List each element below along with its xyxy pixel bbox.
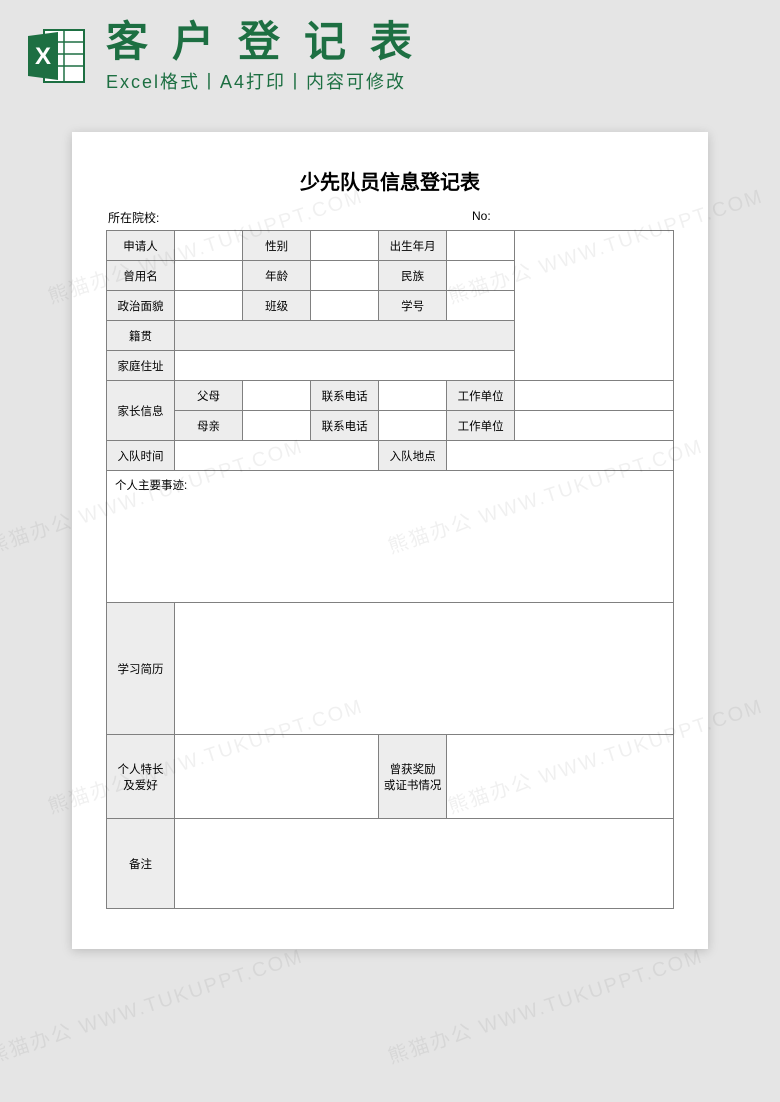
banner-text: 客户登记表 Excel格式丨A4打印丨内容可修改 — [106, 18, 750, 94]
value-join-place — [447, 441, 674, 471]
table-row: 个人特长 及爱好 曾获奖励 或证书情况 — [107, 735, 674, 819]
table-row: 申请人 性别 出生年月 — [107, 231, 674, 261]
label-mother: 母亲 — [175, 411, 243, 441]
value-study-cv — [175, 603, 674, 735]
label-former-name: 曾用名 — [107, 261, 175, 291]
value-father-work — [515, 381, 674, 411]
label-class: 班级 — [243, 291, 311, 321]
banner-header: X 客户登记表 Excel格式丨A4打印丨内容可修改 — [0, 0, 780, 102]
label-political: 政治面貌 — [107, 291, 175, 321]
value-mother-work — [515, 411, 674, 441]
label-father-work: 工作单位 — [447, 381, 515, 411]
value-political — [175, 291, 243, 321]
table-row: 家长信息 父母 联系电话 工作单位 — [107, 381, 674, 411]
form-title: 少先队员信息登记表 — [106, 166, 674, 195]
excel-icon: X — [24, 24, 88, 88]
value-awards — [447, 735, 674, 819]
table-row: 母亲 联系电话 工作单位 — [107, 411, 674, 441]
label-hobbies: 个人特长 及爱好 — [107, 735, 175, 819]
banner-title: 客户登记表 — [106, 18, 750, 66]
table-row: 学习简历 — [107, 603, 674, 735]
value-gender — [311, 231, 379, 261]
label-age: 年龄 — [243, 261, 311, 291]
document-page: 少先队员信息登记表 所在院校: No: 申请人 性别 出生年月 曾用名 年龄 民… — [72, 132, 708, 949]
value-applicant — [175, 231, 243, 261]
svg-text:X: X — [35, 43, 51, 70]
label-main-deeds: 个人主要事迹: — [107, 471, 674, 603]
table-row: 个人主要事迹: — [107, 471, 674, 603]
value-home-addr — [175, 351, 515, 381]
label-gender: 性别 — [243, 231, 311, 261]
label-applicant: 申请人 — [107, 231, 175, 261]
value-former-name — [175, 261, 243, 291]
label-father-phone: 联系电话 — [311, 381, 379, 411]
label-birth: 出生年月 — [379, 231, 447, 261]
value-age — [311, 261, 379, 291]
label-ethnicity: 民族 — [379, 261, 447, 291]
value-father-phone — [379, 381, 447, 411]
label-remarks: 备注 — [107, 819, 175, 909]
watermark-text: 熊猫办公 WWW.TUKUPPT.COM — [0, 940, 306, 1070]
watermark-text: 熊猫办公 WWW.TUKUPPT.COM — [384, 940, 707, 1070]
label-mother-phone: 联系电话 — [311, 411, 379, 441]
label-native-place: 籍贯 — [107, 321, 175, 351]
label-awards: 曾获奖励 或证书情况 — [379, 735, 447, 819]
table-row: 备注 — [107, 819, 674, 909]
value-birth — [447, 231, 515, 261]
label-student-no: 学号 — [379, 291, 447, 321]
label-study-cv: 学习简历 — [107, 603, 175, 735]
value-join-time — [175, 441, 379, 471]
label-home-addr: 家庭住址 — [107, 351, 175, 381]
label-parent-info: 家长信息 — [107, 381, 175, 441]
value-native-place — [175, 321, 515, 351]
value-remarks — [175, 819, 674, 909]
meta-no-label: No: — [472, 209, 672, 226]
label-mother-work: 工作单位 — [447, 411, 515, 441]
label-join-time: 入队时间 — [107, 441, 175, 471]
meta-row: 所在院校: No: — [106, 209, 674, 226]
banner-subtitle: Excel格式丨A4打印丨内容可修改 — [106, 68, 750, 94]
value-class — [311, 291, 379, 321]
registration-table: 申请人 性别 出生年月 曾用名 年龄 民族 政治面貌 班级 学号 — [106, 230, 674, 909]
table-row: 入队时间 入队地点 — [107, 441, 674, 471]
label-father: 父母 — [175, 381, 243, 411]
value-ethnicity — [447, 261, 515, 291]
value-mother-phone — [379, 411, 447, 441]
photo-area — [515, 231, 674, 381]
value-hobbies — [175, 735, 379, 819]
meta-school-label: 所在院校: — [108, 209, 472, 226]
value-mother-name — [243, 411, 311, 441]
label-join-place: 入队地点 — [379, 441, 447, 471]
value-student-no — [447, 291, 515, 321]
value-father-name — [243, 381, 311, 411]
